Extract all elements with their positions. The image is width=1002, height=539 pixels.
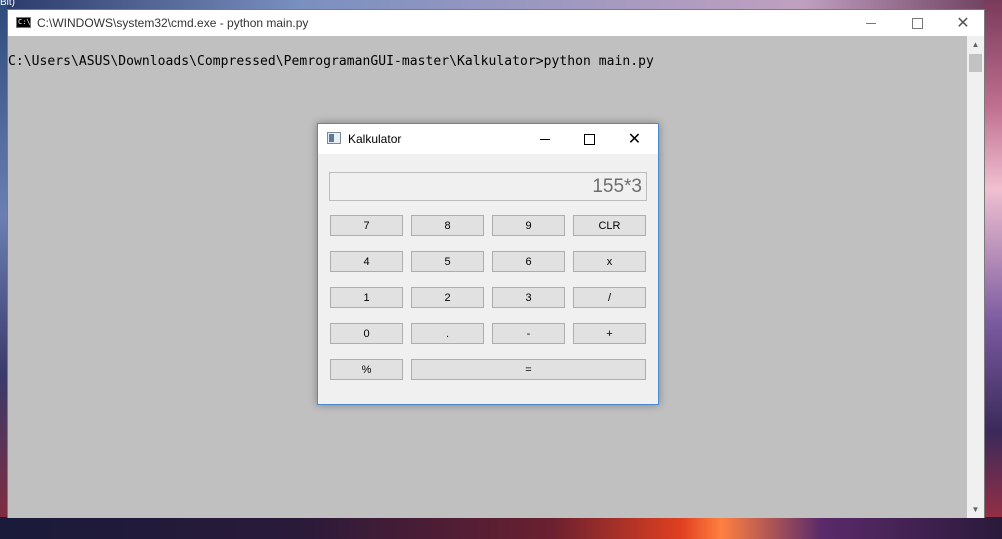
calculator-titlebar[interactable]: Kalkulator ✕: [318, 124, 658, 154]
minimize-icon: [539, 138, 550, 140]
cmd-minimize-button[interactable]: [848, 10, 894, 36]
cmd-window-title: C:\WINDOWS\system32\cmd.exe - python mai…: [37, 16, 309, 30]
scroll-down-arrow-icon[interactable]: ▼: [967, 501, 984, 518]
desktop-wallpaper-right: [984, 0, 1002, 539]
maximize-icon: [911, 17, 923, 29]
cmd-app-icon: C:\: [16, 17, 31, 28]
add-button[interactable]: +: [573, 323, 646, 344]
scrollbar-thumb[interactable]: [969, 54, 982, 72]
desktop-corner-text: Bit): [0, 0, 15, 8]
cmd-titlebar[interactable]: C:\ C:\WINDOWS\system32\cmd.exe - python…: [8, 10, 984, 36]
clear-button[interactable]: CLR: [573, 215, 646, 236]
calculator-maximize-button[interactable]: [567, 124, 612, 154]
calculator-window-title: Kalkulator: [348, 132, 402, 146]
button-6[interactable]: 6: [492, 251, 565, 272]
calculator-close-button[interactable]: ✕: [612, 124, 657, 154]
button-5[interactable]: 5: [411, 251, 484, 272]
close-icon: ✕: [627, 129, 642, 148]
desktop-wallpaper-top: [0, 0, 1002, 9]
button-1[interactable]: 1: [330, 287, 403, 308]
calculator-app-icon: [327, 132, 341, 144]
subtract-button[interactable]: -: [492, 323, 565, 344]
console-scrollbar[interactable]: ▲ ▼: [967, 36, 984, 518]
multiply-button[interactable]: x: [573, 251, 646, 272]
close-icon: ✕: [956, 13, 970, 32]
button-8[interactable]: 8: [411, 215, 484, 236]
cmd-icon-glyph: C:\: [18, 18, 31, 26]
calculator-minimize-button[interactable]: [522, 124, 567, 154]
decimal-button[interactable]: .: [411, 323, 484, 344]
scroll-up-arrow-icon[interactable]: ▲: [967, 36, 984, 53]
calculator-icon-pane: [329, 134, 334, 142]
cmd-maximize-button[interactable]: [894, 10, 940, 36]
console-prompt-line: C:\Users\ASUS\Downloads\Compressed\Pemro…: [8, 54, 654, 69]
minimize-icon: [866, 22, 876, 24]
cmd-close-button[interactable]: ✕: [940, 10, 986, 36]
button-0[interactable]: 0: [330, 323, 403, 344]
button-7[interactable]: 7: [330, 215, 403, 236]
equals-button[interactable]: =: [411, 359, 646, 380]
percent-button[interactable]: %: [330, 359, 403, 380]
calculator-display[interactable]: 155*3: [329, 172, 647, 201]
button-3[interactable]: 3: [492, 287, 565, 308]
calculator-window[interactable]: Kalkulator ✕ 155*3 7 8 9 CLR 4 5 6 x 1 2…: [317, 123, 659, 405]
button-9[interactable]: 9: [492, 215, 565, 236]
divide-button[interactable]: /: [573, 287, 646, 308]
button-4[interactable]: 4: [330, 251, 403, 272]
maximize-icon: [584, 133, 595, 145]
desktop-wallpaper-bottom: [0, 517, 1002, 539]
desktop-wallpaper-left: [0, 0, 7, 539]
button-2[interactable]: 2: [411, 287, 484, 308]
